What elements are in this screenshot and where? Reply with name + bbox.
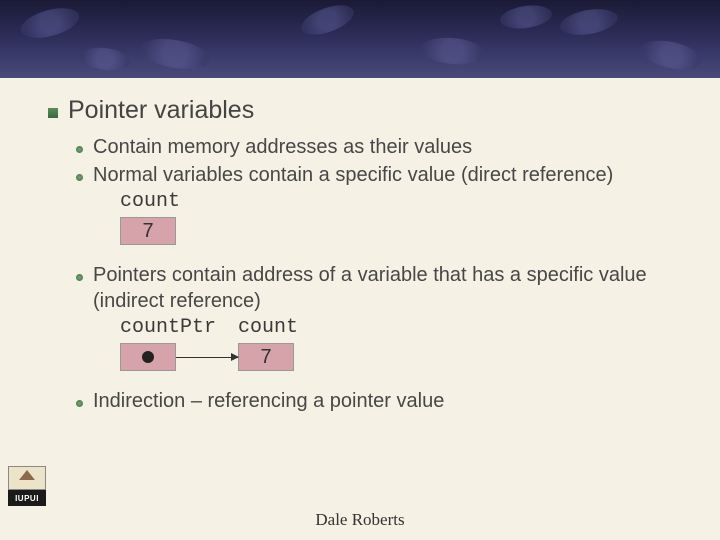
- logo-graphic-icon: [8, 466, 46, 490]
- count-label-2: count: [238, 316, 298, 339]
- decorative-banner: [0, 0, 720, 78]
- bullet-item-1: Contain memory addresses as their values: [76, 135, 700, 161]
- bullet-text: Indirection – referencing a pointer valu…: [93, 389, 444, 415]
- bullet-item-2: Normal variables contain a specific valu…: [76, 163, 700, 189]
- bullet-text: Pointers contain address of a variable t…: [93, 263, 700, 314]
- countptr-box: [120, 343, 176, 371]
- logo-text: IUPUI: [8, 490, 46, 506]
- pointer-arrow-icon: [176, 357, 238, 358]
- bullet-item-3: Pointers contain address of a variable t…: [76, 263, 700, 314]
- slide-content: Pointer variables Contain memory address…: [0, 78, 720, 415]
- count-label: count: [120, 190, 700, 213]
- bullet-text: Contain memory addresses as their values: [93, 135, 472, 161]
- heading-row: Pointer variables: [48, 96, 700, 125]
- author-name: Dale Roberts: [0, 510, 720, 530]
- count-target-value: 7: [260, 346, 271, 369]
- bullet-dot-icon: [76, 174, 83, 181]
- pointer-labels-row: countPtr count: [120, 316, 700, 339]
- countptr-label: countPtr: [120, 316, 238, 339]
- bullet-square-icon: [48, 108, 58, 118]
- bullet-dot-icon: [76, 400, 83, 407]
- count-value: 7: [142, 220, 153, 243]
- bullet-dot-icon: [76, 274, 83, 281]
- pointer-dot-icon: [142, 351, 154, 363]
- iupui-logo: IUPUI: [8, 466, 46, 510]
- count-value-box: 7: [120, 217, 176, 245]
- pointer-box-row: 7: [120, 343, 700, 371]
- count-box-row: 7: [120, 217, 700, 245]
- count-target-box: 7: [238, 343, 294, 371]
- sub-list: Contain memory addresses as their values…: [48, 135, 700, 415]
- bullet-dot-icon: [76, 146, 83, 153]
- bullet-text: Normal variables contain a specific valu…: [93, 163, 613, 189]
- heading-text: Pointer variables: [68, 96, 254, 125]
- bullet-item-4: Indirection – referencing a pointer valu…: [76, 389, 700, 415]
